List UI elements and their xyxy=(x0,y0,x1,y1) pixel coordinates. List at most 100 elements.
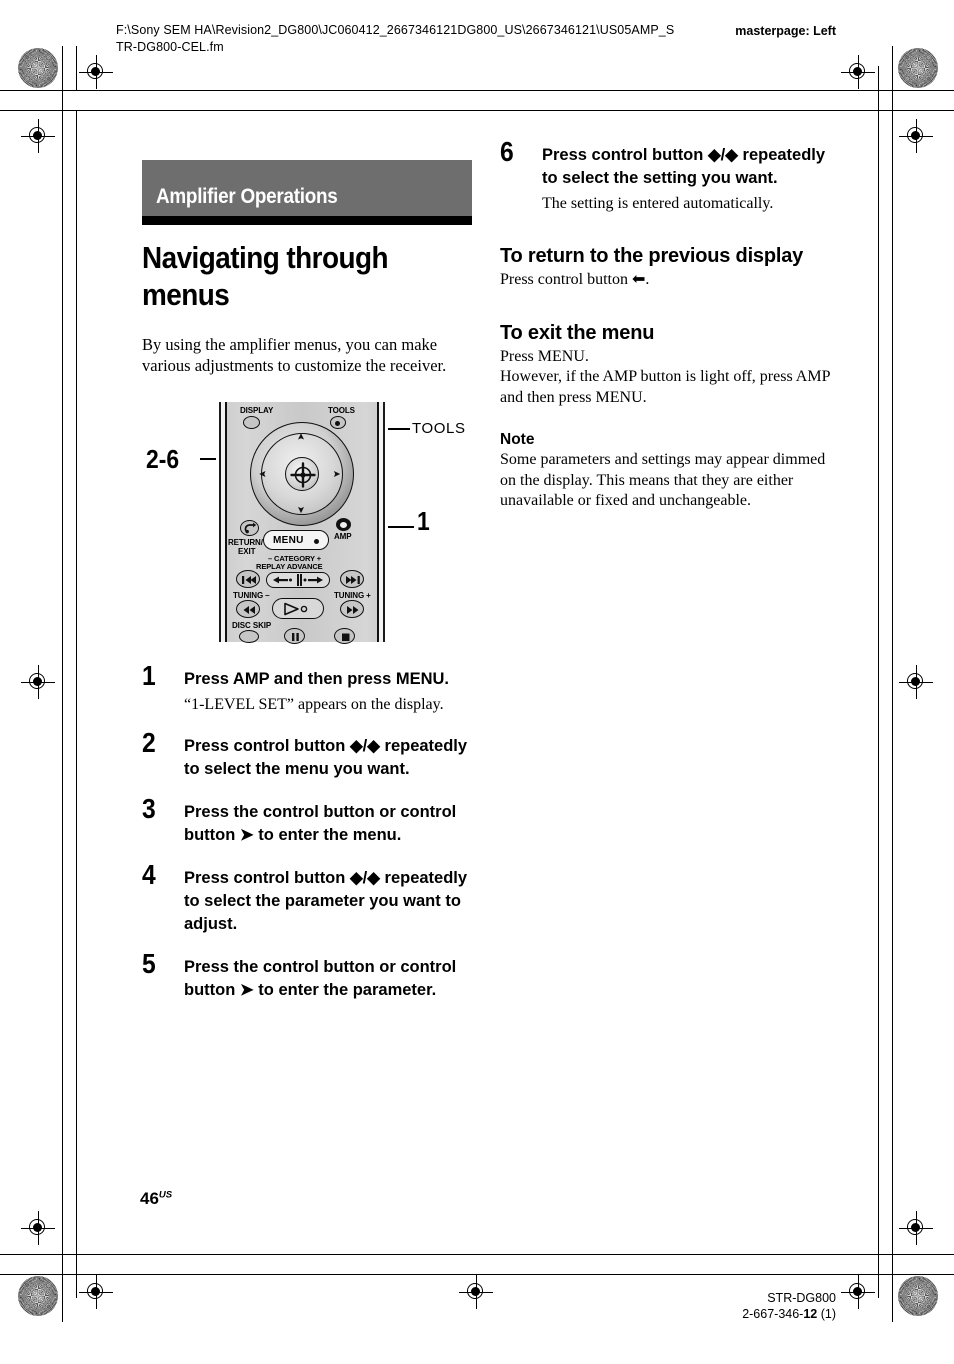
step-number: 4 xyxy=(142,859,156,890)
file-path-header: F:\Sony SEM HA\Revision2_DG800\JC060412_… xyxy=(116,23,675,54)
left-column: Amplifier Operations Navigating through … xyxy=(142,160,472,1002)
registration-mark xyxy=(21,119,55,153)
step-5: 5 Press the control button or control bu… xyxy=(142,950,472,1002)
crop-rule xyxy=(892,1274,954,1275)
crop-rule xyxy=(62,1274,63,1322)
body-exit-menu-line2: However, if the AMP button is light off,… xyxy=(500,368,830,406)
body-return-previous-display: Press control button ⬅. xyxy=(500,270,840,291)
body-text-pre: Press control button xyxy=(500,271,632,288)
remote-button-play[interactable] xyxy=(272,598,324,619)
step-number: 1 xyxy=(142,660,156,691)
fast-forward-icon xyxy=(347,606,359,614)
registration-mark xyxy=(899,665,933,699)
crop-rule xyxy=(76,1254,77,1298)
page-number-value: 46 xyxy=(140,1189,159,1208)
remote-label-tools: TOOLS xyxy=(328,406,355,415)
heading-note: Note xyxy=(500,431,535,448)
part-number-suffix: (1) xyxy=(817,1307,836,1321)
arrow-down-icon: ◆ xyxy=(367,869,380,887)
heading-return-previous-display: To return to the previous display xyxy=(500,245,804,267)
rewind-icon xyxy=(243,606,255,614)
callout-label-1: 1 xyxy=(417,506,430,536)
remote-button-prev-track[interactable] xyxy=(236,570,260,588)
registration-mark xyxy=(899,1211,933,1245)
remote-label-return: RETURN/ xyxy=(228,538,263,547)
color-registration-target xyxy=(18,1276,58,1316)
remote-button-disc-skip[interactable] xyxy=(239,630,259,643)
registration-mark xyxy=(21,1211,55,1245)
trim-rule-left-inner xyxy=(76,110,77,1254)
prev-track-icon xyxy=(242,576,256,584)
crop-rule xyxy=(0,1254,76,1255)
remote-button-stop[interactable] xyxy=(334,628,355,644)
color-registration-target xyxy=(898,48,938,88)
section-banner-label: Amplifier Operations xyxy=(156,185,338,208)
arrow-up-icon: ◆ xyxy=(349,869,363,887)
registration-mark xyxy=(79,1275,113,1309)
dpad-up-arrow-icon[interactable] xyxy=(293,431,309,443)
replay-arrow-icon xyxy=(273,576,292,584)
next-track-icon xyxy=(346,576,360,584)
callout-label-tools: TOOLS xyxy=(412,420,466,437)
trim-rule-top-inner xyxy=(76,110,878,111)
arrow-right-icon: ➤ xyxy=(239,826,254,844)
step-subtext: The setting is entered automatically. xyxy=(542,195,774,212)
crop-rule xyxy=(0,1274,62,1275)
remote-button-next-track[interactable] xyxy=(340,570,364,588)
remote-label-disc-skip: DISC SKIP xyxy=(232,621,272,630)
step-text: Press control button ◆/◆ repeatedly to s… xyxy=(184,737,468,778)
step-text-post: to enter the menu. xyxy=(253,826,402,844)
trim-rule-right-inner xyxy=(878,66,879,1254)
dpad-enter-button[interactable] xyxy=(285,457,319,491)
arrow-right-icon: ➤ xyxy=(239,981,254,999)
page-title: Navigating through menus xyxy=(142,240,389,312)
registration-mark xyxy=(899,119,933,153)
step-text-pre: Press control button xyxy=(184,869,350,887)
section-banner: Amplifier Operations xyxy=(142,160,472,216)
crop-rule xyxy=(892,90,954,91)
remote-button-menu[interactable]: MENU xyxy=(263,530,329,550)
arrow-down-icon: ◆ xyxy=(725,146,738,164)
part-number-prefix: 2-667-346- xyxy=(742,1307,804,1321)
dpad-right-arrow-icon[interactable] xyxy=(330,466,342,482)
section-divider-rule xyxy=(142,216,472,225)
masterpage-label: masterpage: Left xyxy=(735,24,836,38)
arrow-up-icon: ◆ xyxy=(707,146,721,164)
return-arrow-icon xyxy=(244,522,257,534)
step-text: Press control button ◆/◆ repeatedly to s… xyxy=(184,869,468,933)
crop-rule xyxy=(76,46,77,90)
remote-button-replay-advance[interactable] xyxy=(266,572,330,588)
remote-button-rewind[interactable] xyxy=(236,600,260,618)
crop-rule xyxy=(878,1254,879,1298)
dpad-left-arrow-icon[interactable] xyxy=(258,466,270,482)
remote-button-display[interactable] xyxy=(243,416,260,429)
dpad-down-arrow-icon[interactable] xyxy=(293,502,309,514)
remote-button-pause[interactable] xyxy=(284,628,305,644)
intro-paragraph: By using the amplifier menus, you can ma… xyxy=(142,335,447,375)
crop-rule xyxy=(0,90,62,91)
remote-button-tools[interactable] xyxy=(330,416,346,429)
registration-mark xyxy=(841,1275,875,1309)
remote-button-fast-forward[interactable] xyxy=(340,600,364,618)
registration-mark xyxy=(459,1275,493,1309)
step-number: 6 xyxy=(500,136,514,167)
step-2: 2 Press control button ◆/◆ repeatedly to… xyxy=(142,729,472,781)
remote-control-figure: 2-6 TOOLS 1 DISPLAY TOOLS RETURN/ EXIT M… xyxy=(142,400,472,648)
step-1: 1 Press AMP and then press MENU. “1-LEVE… xyxy=(142,662,472,715)
remote-control-body: DISPLAY TOOLS RETURN/ EXIT MENU AMP – CA… xyxy=(216,402,388,644)
color-registration-target xyxy=(18,48,58,88)
remote-button-amp[interactable] xyxy=(336,518,351,531)
remote-label-display: DISPLAY xyxy=(240,406,274,415)
remote-button-return-exit[interactable] xyxy=(240,520,259,536)
remote-label-tuning-plus: TUNING + xyxy=(334,591,371,600)
trim-rule-right xyxy=(892,46,893,1274)
body-note: Some parameters and settings may appear … xyxy=(500,451,826,509)
remote-label-exit: EXIT xyxy=(238,547,256,556)
step-text-pre: Press control button xyxy=(184,737,350,755)
menu-indicator-dot xyxy=(314,538,319,544)
remote-control-dpad[interactable] xyxy=(250,422,354,526)
crop-rule xyxy=(892,1274,893,1322)
advance-arrow-icon xyxy=(303,576,323,584)
registration-mark xyxy=(841,55,875,89)
step-text-post: to enter the parameter. xyxy=(253,981,437,999)
